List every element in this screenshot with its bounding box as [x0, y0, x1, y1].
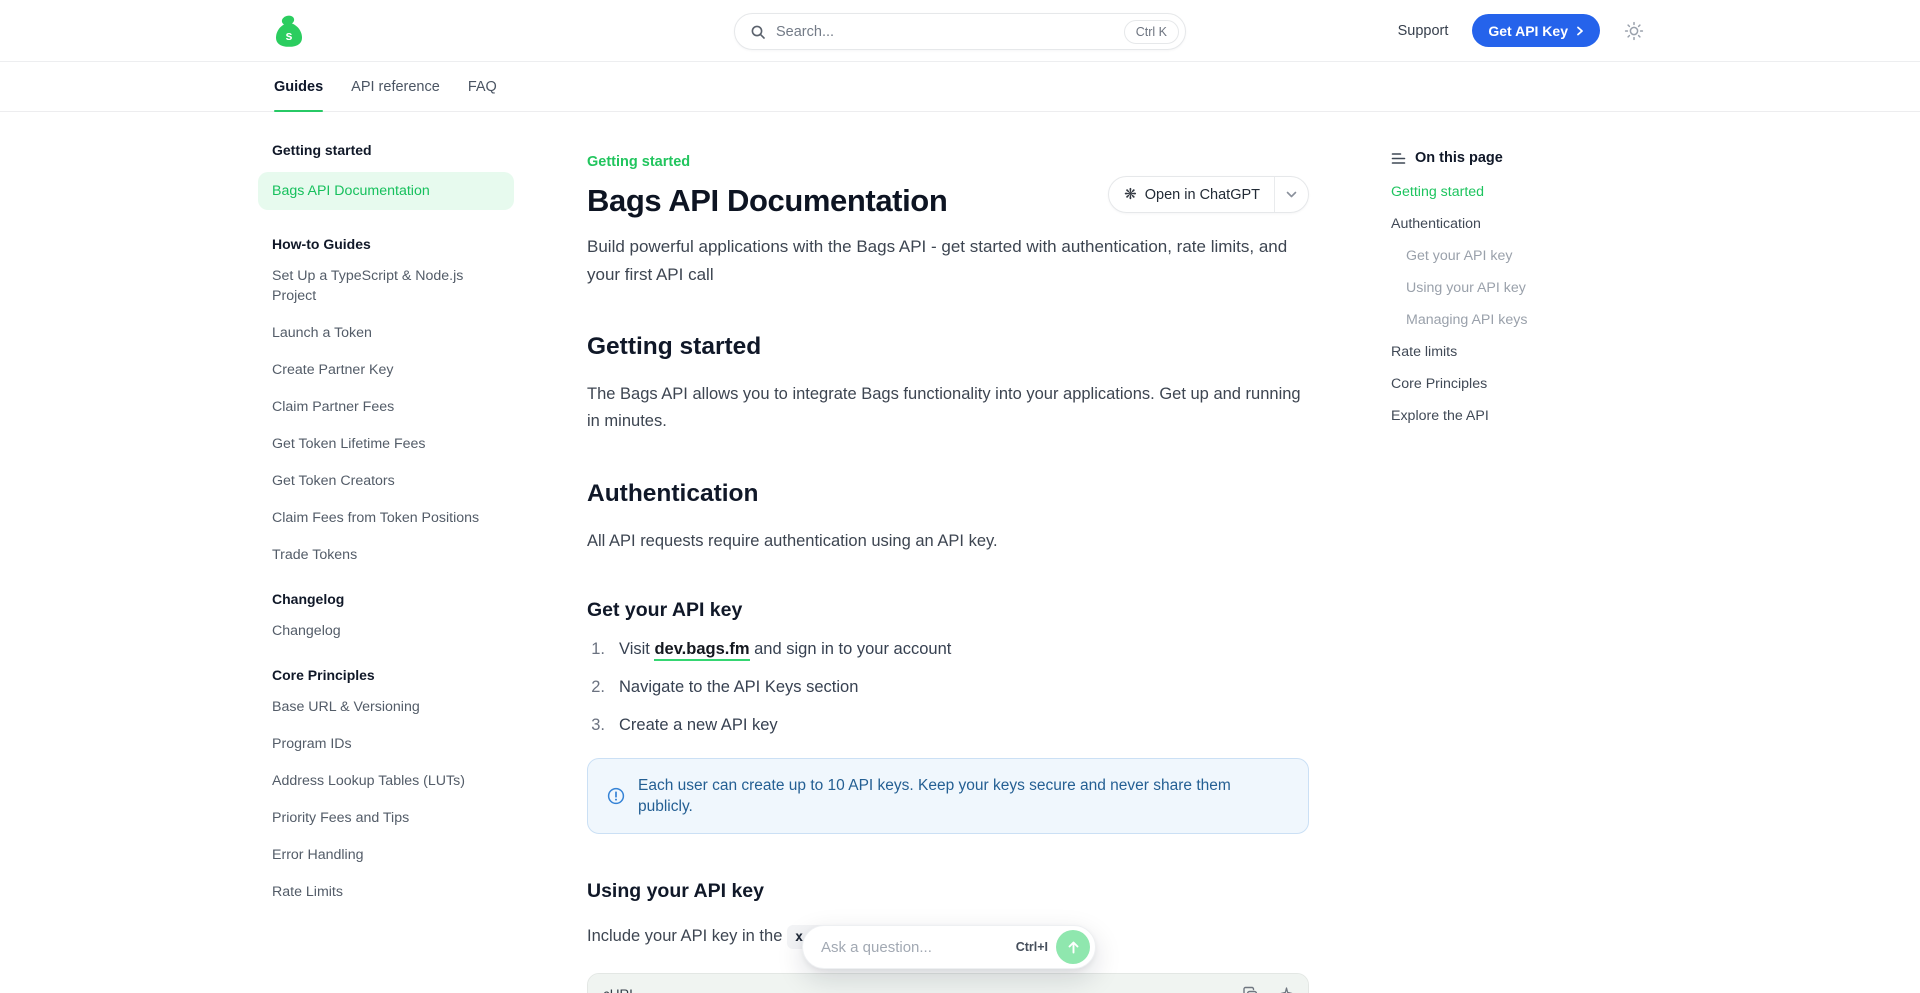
toc-item-authentication[interactable]: Authentication — [1391, 214, 1601, 234]
support-link[interactable]: Support — [1398, 23, 1449, 39]
sidebar-item-claim-fees-from-token-positions[interactable]: Claim Fees from Token Positions — [258, 508, 514, 528]
ask-question-input[interactable] — [821, 939, 1008, 956]
dev-bags-fm-link[interactable]: dev.bags.fm — [654, 640, 749, 661]
page-eyebrow: Getting started — [587, 152, 1309, 172]
svg-text:s: s — [286, 29, 293, 43]
toc-item-getting-started[interactable]: Getting started — [1391, 182, 1601, 202]
search-input[interactable] — [776, 24, 1114, 40]
chevron-down-icon — [1286, 191, 1297, 198]
sidebar-item-claim-partner-fees[interactable]: Claim Partner Fees — [258, 397, 514, 417]
sidebar-item-address-lookup-tables[interactable]: Address Lookup Tables (LUTs) — [258, 771, 514, 791]
sidebar-item-get-token-lifetime-fees[interactable]: Get Token Lifetime Fees — [258, 434, 514, 454]
code-language-label: cURL — [603, 987, 637, 993]
primary-tabbar: Guides API reference FAQ — [0, 62, 1920, 112]
sidebar-section-title: Getting started — [272, 142, 500, 158]
code-block: cURL — [587, 973, 1309, 993]
toc-item-rate-limits[interactable]: Rate limits — [1391, 342, 1601, 362]
info-icon — [607, 787, 625, 805]
ask-send-button[interactable] — [1056, 930, 1090, 964]
toc-item-explore-the-api[interactable]: Explore the API — [1391, 406, 1601, 426]
toc-item-core-principles[interactable]: Core Principles — [1391, 374, 1601, 394]
arrow-up-icon — [1066, 940, 1081, 955]
list-item: 1. Visit dev.bags.fm and sign in to your… — [587, 638, 1309, 660]
sidebar-item-launch-a-token[interactable]: Launch a Token — [258, 323, 514, 343]
heading-getting-started: Getting started — [587, 332, 1309, 361]
authentication-paragraph: All API requests require authentication … — [587, 528, 1309, 555]
chevron-right-icon — [1576, 26, 1584, 36]
open-in-chatgpt-button[interactable]: ❋ Open in ChatGPT — [1108, 176, 1309, 213]
top-header: s Ctrl K Support Get API Key — [0, 0, 1920, 62]
sidebar-item-create-partner-key[interactable]: Create Partner Key — [258, 360, 514, 380]
heading-get-your-api-key: Get your API key — [587, 599, 1309, 622]
code-block-header: cURL — [588, 974, 1308, 993]
chatgpt-dropdown-toggle[interactable] — [1274, 177, 1308, 212]
on-this-page-panel: On this page Getting started Authenticat… — [1391, 112, 1601, 438]
left-sidebar: Getting started Bags API Documentation H… — [258, 112, 514, 928]
list-item: 2. Navigate to the API Keys section — [587, 676, 1309, 698]
toc-item-managing-api-keys[interactable]: Managing API keys — [1406, 310, 1601, 330]
sidebar-item-priority-fees-and-tips[interactable]: Priority Fees and Tips — [258, 808, 514, 828]
sidebar-item-base-url-versioning[interactable]: Base URL & Versioning — [258, 697, 514, 717]
api-key-steps-list: 1. Visit dev.bags.fm and sign in to your… — [587, 638, 1309, 736]
openai-logo-icon: ❋ — [1124, 187, 1137, 202]
sidebar-item-get-token-creators[interactable]: Get Token Creators — [258, 471, 514, 491]
toc-title: On this page — [1415, 150, 1503, 166]
ask-shortcut-badge: Ctrl+I — [1016, 940, 1048, 954]
bags-logo-icon[interactable]: s — [274, 13, 306, 49]
sidebar-item-rate-limits[interactable]: Rate Limits — [258, 882, 514, 902]
ask-question-bar[interactable]: Ctrl+I — [802, 925, 1096, 969]
heading-using-your-api-key: Using your API key — [587, 880, 1309, 903]
tab-guides[interactable]: Guides — [274, 62, 323, 111]
heading-authentication: Authentication — [587, 479, 1309, 508]
sidebar-item-changelog[interactable]: Changelog — [258, 621, 514, 641]
sidebar-section-title: How-to Guides — [272, 236, 500, 252]
toc-list-icon — [1391, 152, 1406, 165]
tab-api-reference[interactable]: API reference — [351, 62, 440, 111]
page-subtitle: Build powerful applications with the Bag… — [587, 233, 1309, 288]
sidebar-item-program-ids[interactable]: Program IDs — [258, 734, 514, 754]
sidebar-section-title: Core Principles — [272, 667, 500, 683]
toc-item-using-your-api-key[interactable]: Using your API key — [1406, 278, 1601, 298]
info-callout: Each user can create up to 10 API keys. … — [587, 758, 1309, 834]
tab-faq[interactable]: FAQ — [468, 62, 497, 111]
sidebar-item-trade-tokens[interactable]: Trade Tokens — [258, 545, 514, 565]
sidebar-item-setup-typescript[interactable]: Set Up a TypeScript & Node.js Project — [258, 266, 514, 306]
main-content: Getting started Bags API Documentation ❋… — [587, 112, 1309, 993]
search-icon — [750, 24, 766, 40]
sidebar-item-error-handling[interactable]: Error Handling — [258, 845, 514, 865]
sidebar-section-title: Changelog — [272, 591, 500, 607]
search-shortcut-badge: Ctrl K — [1124, 20, 1179, 44]
sidebar-item-bags-api-documentation[interactable]: Bags API Documentation — [258, 172, 514, 210]
copy-icon[interactable] — [1242, 986, 1259, 993]
search-bar[interactable]: Ctrl K — [734, 13, 1186, 50]
callout-text: Each user can create up to 10 API keys. … — [638, 775, 1289, 817]
getting-started-paragraph: The Bags API allows you to integrate Bag… — [587, 381, 1309, 435]
list-item: 3. Create a new API key — [587, 714, 1309, 736]
get-api-key-button[interactable]: Get API Key — [1472, 14, 1600, 47]
theme-toggle-sun-icon[interactable] — [1624, 21, 1644, 41]
sparkle-icon[interactable] — [1276, 986, 1293, 993]
toc-item-get-your-api-key[interactable]: Get your API key — [1406, 246, 1601, 266]
